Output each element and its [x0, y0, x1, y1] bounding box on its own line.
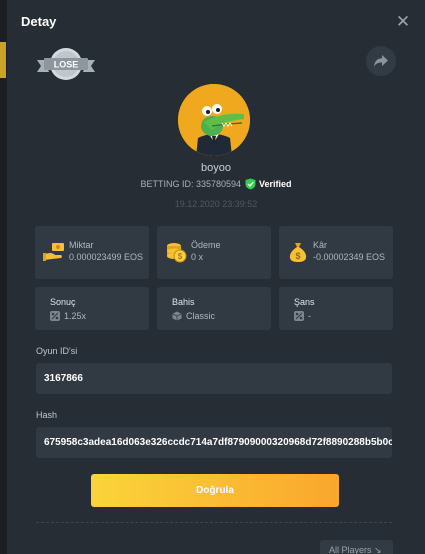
stat-label: Miktar: [69, 240, 94, 250]
divider: [36, 522, 392, 523]
percent-icon: [50, 311, 60, 321]
detail-card-chance: Şans -: [279, 287, 393, 330]
bet-timestamp: 19.12.2020 23:39:52: [174, 199, 258, 209]
background-accent: [0, 42, 6, 78]
stat-value: -0.00002349 EOS: [313, 252, 386, 262]
share-button[interactable]: [366, 46, 396, 76]
hash-field[interactable]: 675958c3adea16d063e326ccdc714a7df8790900…: [36, 427, 392, 458]
game-id-field[interactable]: 3167866: [36, 363, 392, 394]
chance-value: -: [308, 311, 311, 321]
result-badge-text: LOSE: [54, 60, 79, 70]
close-button[interactable]: ✕: [393, 12, 413, 32]
bet-mode: Classic: [186, 311, 216, 321]
money-bag-icon: $: [289, 243, 307, 262]
verify-button[interactable]: Doğrula: [91, 474, 339, 507]
stat-card-profit: $ Kâr -0.00002349 EOS: [279, 226, 393, 279]
coin-stack-icon: $: [167, 243, 187, 263]
detail-value: 1.25x: [50, 311, 86, 321]
bet-detail-modal: Detay ✕ LOSE boyoo BETTING ID: 335780594…: [7, 0, 425, 554]
shield-check-icon: [245, 178, 256, 190]
detail-label: Sonuç: [50, 297, 76, 307]
modal-title: Detay: [21, 14, 57, 29]
percent-icon: [294, 311, 304, 321]
detail-card-result: Sonuç 1.25x: [35, 287, 149, 330]
stat-card-payout: $ Ödeme 0 x: [157, 226, 271, 279]
detail-card-bet: Bahis Classic: [157, 287, 271, 330]
stat-card-amount: Miktar 0.000023499 EOS: [35, 226, 149, 279]
hash-label: Hash: [36, 410, 58, 420]
crocodile-avatar-icon: [178, 84, 250, 156]
verified-badge: Verified: [245, 178, 292, 190]
detail-value: Classic: [172, 311, 215, 321]
detail-label: Bahis: [172, 297, 195, 307]
result-multiplier: 1.25x: [64, 311, 87, 321]
username: boyoo: [201, 162, 231, 174]
stat-label: Ödeme: [191, 240, 221, 250]
game-id-label: Oyun ID'si: [36, 346, 78, 356]
detail-label: Şans: [294, 297, 315, 307]
money-hand-icon: [43, 243, 64, 261]
detail-value: -: [294, 311, 311, 321]
stat-label: Kâr: [313, 240, 328, 250]
stat-value: 0 x: [191, 252, 204, 262]
lose-badge-icon: LOSE: [37, 48, 95, 80]
cube-icon: [172, 311, 182, 321]
betting-id: BETTING ID: 335780594: [140, 179, 242, 189]
avatar: [178, 84, 250, 156]
betting-id-line: BETTING ID: 335780594 Verified: [7, 178, 425, 190]
stat-value: 0.000023499 EOS: [69, 252, 144, 262]
share-arrow-icon: [374, 55, 388, 67]
all-players-button[interactable]: All Players ↘: [320, 540, 393, 554]
svg-text:$: $: [178, 252, 183, 261]
svg-text:$: $: [295, 251, 300, 261]
verified-label: Verified: [259, 179, 292, 189]
